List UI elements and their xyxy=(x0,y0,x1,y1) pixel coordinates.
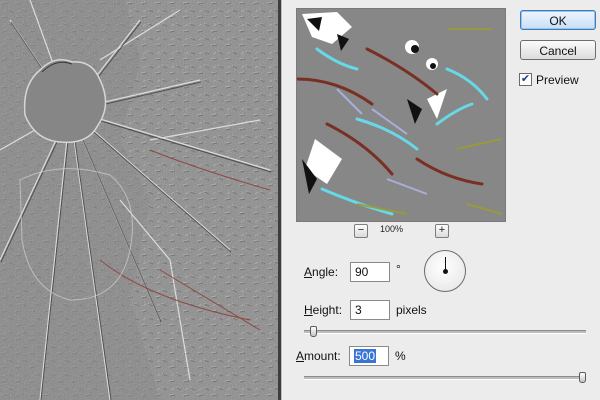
preview-image xyxy=(297,9,505,221)
ok-button[interactable]: OK xyxy=(520,10,596,30)
plus-icon: + xyxy=(438,224,446,236)
zoom-controls: − 100% + xyxy=(354,224,454,240)
preview-label: Preview xyxy=(536,73,579,87)
angle-input[interactable]: 90 xyxy=(350,262,390,282)
amount-slider-track[interactable] xyxy=(304,376,586,380)
height-label-rest: eight: xyxy=(312,303,343,317)
height-slider-thumb[interactable] xyxy=(309,326,317,337)
angle-label-rest: ngle: xyxy=(312,265,339,279)
angle-unit: ° xyxy=(396,262,401,276)
zoom-level: 100% xyxy=(380,224,404,234)
zoom-in-button[interactable]: + xyxy=(435,224,449,238)
amount-label-mnemonic: A xyxy=(296,349,305,363)
minus-icon: − xyxy=(357,224,365,236)
amount-value-selected: 500 xyxy=(354,349,377,363)
height-slider-track[interactable] xyxy=(304,330,586,334)
checkmark-icon: ✔ xyxy=(520,73,531,85)
amount-label-rest: mount: xyxy=(304,349,341,363)
emboss-dialog: − 100% + OK Cancel ✔ Preview Angle: 90 °… xyxy=(281,0,600,400)
height-label: Height: xyxy=(304,303,342,317)
amount-input[interactable]: 500 xyxy=(349,346,389,366)
height-label-mnemonic: H xyxy=(304,303,313,317)
angle-label-mnemonic: A xyxy=(304,265,313,279)
filter-preview-window[interactable] xyxy=(296,8,506,222)
height-input[interactable]: 3 xyxy=(350,300,390,320)
zoom-out-button[interactable]: − xyxy=(354,224,368,238)
amount-unit: % xyxy=(395,349,406,363)
angle-label: Angle: xyxy=(304,265,338,279)
angle-dial[interactable] xyxy=(424,250,466,292)
image-canvas[interactable] xyxy=(0,0,280,400)
amount-slider-thumb[interactable] xyxy=(579,372,586,383)
angle-dial-center xyxy=(443,269,448,274)
embossed-image xyxy=(0,0,280,400)
height-unit: pixels xyxy=(396,303,427,317)
cancel-button[interactable]: Cancel xyxy=(520,40,596,60)
preview-checkbox[interactable]: ✔ xyxy=(519,73,532,86)
amount-label: Amount: xyxy=(296,349,341,363)
